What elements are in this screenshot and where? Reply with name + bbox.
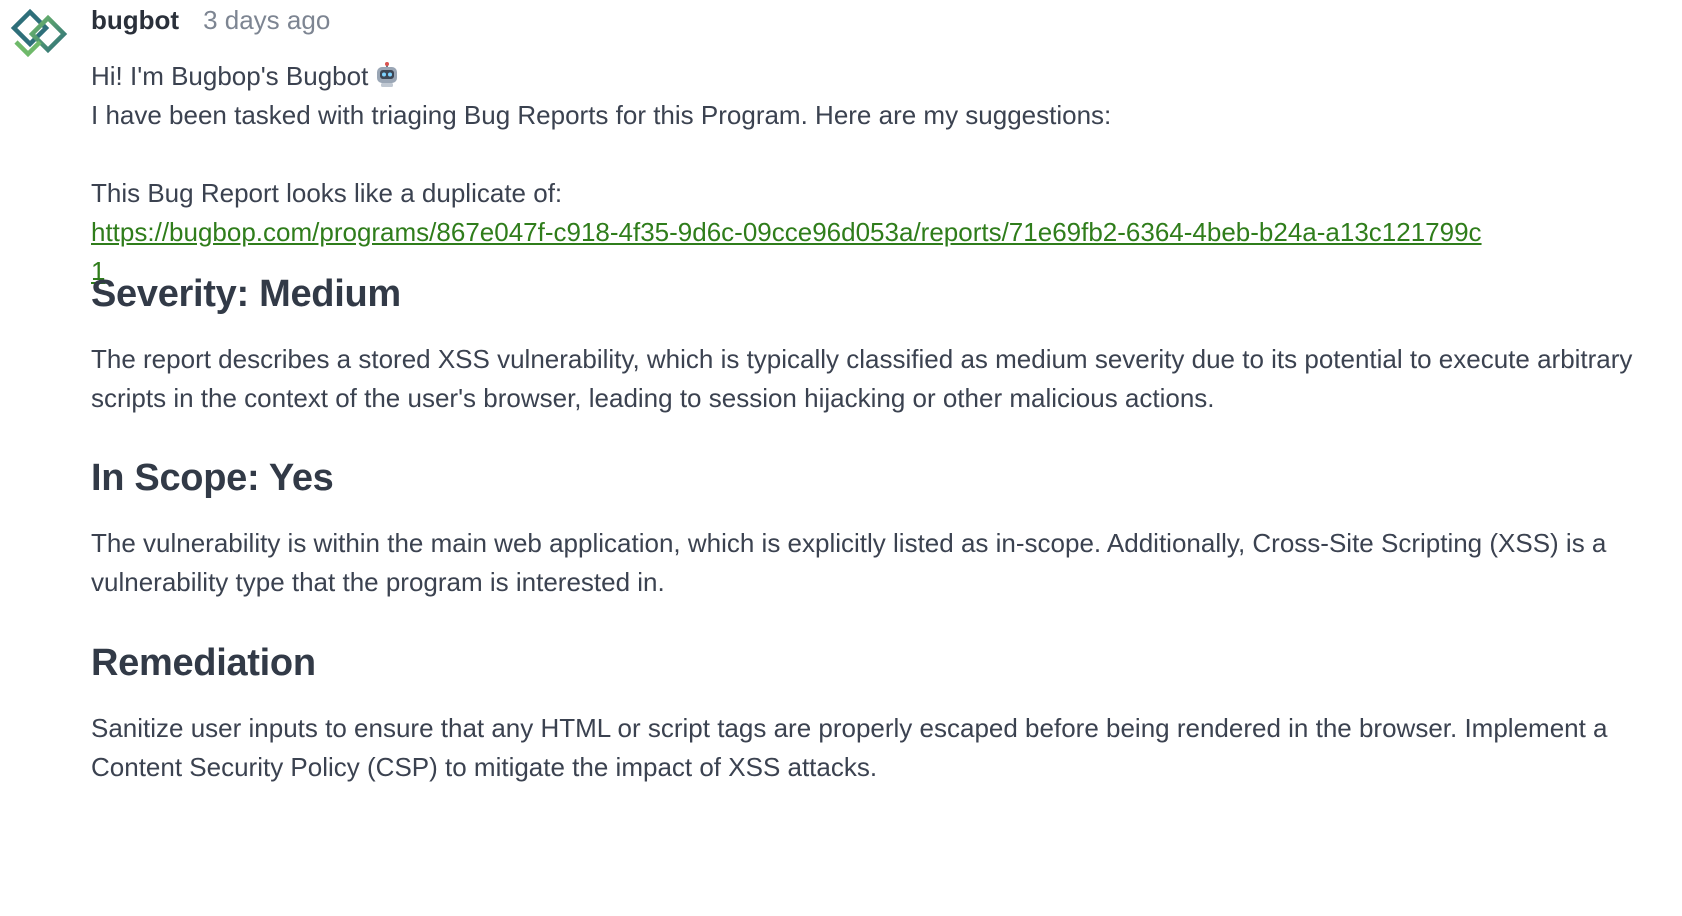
intro-line: I have been tasked with triaging Bug Rep…: [91, 100, 1112, 130]
greeting-line: Hi! I'm Bugbop's Bugbot: [91, 57, 1676, 96]
comment-timestamp: 3 days ago: [203, 5, 331, 35]
severity-text: The report describes a stored XSS vulner…: [91, 344, 1633, 413]
scope-text: The vulnerability is within the main web…: [91, 528, 1607, 597]
remediation-heading: Remediation: [91, 642, 316, 684]
comment-header: bugbot 3 days ago: [91, 5, 330, 41]
comment-body: Hi! I'm Bugbop's Bugbot I have been task…: [91, 57, 1676, 291]
severity-section: Severity: Medium The report describes a …: [91, 269, 1676, 418]
remediation-text: Sanitize user inputs to ensure that any …: [91, 713, 1608, 782]
greeting-text: Hi! I'm Bugbop's Bugbot: [91, 61, 369, 91]
duplicate-label: This Bug Report looks like a duplicate o…: [91, 178, 563, 208]
severity-heading: Severity: Medium: [91, 273, 401, 315]
author-name[interactable]: bugbot: [91, 5, 179, 36]
bugbot-comment: bugbot 3 days ago Hi! I'm Bugbop's Bugbo…: [0, 0, 1682, 916]
robot-icon: [374, 60, 400, 87]
scope-heading: In Scope: Yes: [91, 457, 334, 499]
scope-section: In Scope: Yes The vulnerability is withi…: [91, 453, 1676, 602]
remediation-section: Remediation Sanitize user inputs to ensu…: [91, 638, 1676, 787]
bugbop-logo-icon[interactable]: [10, 8, 70, 60]
